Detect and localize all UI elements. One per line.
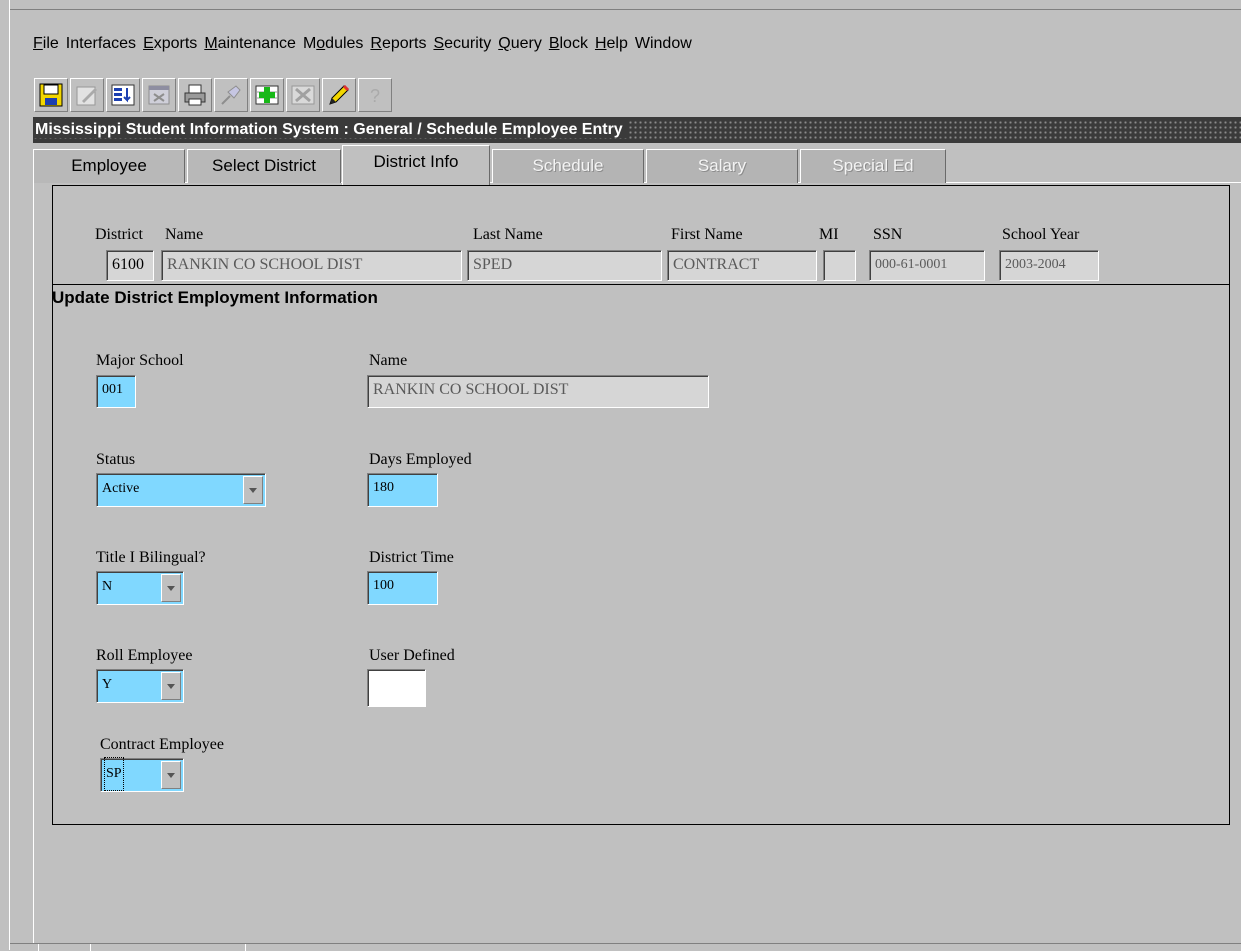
first-name-field[interactable]: CONTRACT [667,250,817,281]
chevron-down-icon[interactable] [161,672,181,700]
days-employed-field[interactable]: 180 [367,473,438,507]
menu-block-rest: lock [559,35,588,52]
district-label: District [95,226,143,243]
title1-bilingual-label: Title I Bilingual? [96,549,206,566]
list-icon[interactable] [106,78,140,112]
contract-employee-label: Contract Employee [100,736,224,753]
tab-salary[interactable]: Salary [646,149,798,183]
status-bar [10,943,1241,951]
school-name-field[interactable]: RANKIN CO SCHOOL DIST [367,375,709,408]
menu-reports-mnemonic: R [370,35,382,52]
ssn-label: SSN [873,226,903,243]
menu-bar: File Interfaces Exports Maintenance Modu… [33,32,699,56]
window-icon[interactable] [142,78,176,112]
mi-label: MI [819,226,839,243]
menu-file[interactable]: File [33,35,66,53]
menu-reports[interactable]: Reports [370,35,433,53]
menu-security[interactable]: Security [433,35,498,53]
status-value: Active [102,481,140,496]
menu-window[interactable]: Window [635,35,699,53]
delete-icon[interactable] [286,78,320,112]
chevron-down-icon[interactable] [243,476,263,504]
mi-field[interactable] [823,250,856,281]
window-title-bar: Mississippi Student Information System :… [33,117,1241,143]
user-defined-field[interactable] [367,669,426,707]
roll-employee-label: Roll Employee [96,647,193,664]
menu-security-rest: ecurity [444,35,492,52]
menu-modules[interactable]: Modules [303,35,370,53]
menu-query-rest: uery [510,35,542,52]
top-strip [0,0,1241,10]
name-field[interactable]: RANKIN CO SCHOOL DIST [161,250,462,281]
section-divider [52,284,1230,285]
status-select[interactable]: Active [96,473,266,507]
menu-interfaces[interactable]: Interfaces [66,35,143,53]
menu-file-rest: ile [42,35,59,52]
title1-bilingual-select[interactable]: N [96,571,184,605]
menu-help-rest: elp [606,35,628,52]
menu-block[interactable]: Block [549,35,595,53]
tab-district-info[interactable]: District Info [342,145,490,185]
menu-query-mnemonic: Q [498,35,511,52]
tab-employee[interactable]: Employee [33,149,185,183]
title1-bilingual-value: N [102,579,113,594]
last-name-label: Last Name [473,226,543,243]
print-icon[interactable] [178,78,212,112]
tab-schedule[interactable]: Schedule [492,149,644,183]
menu-exports-rest: xports [153,35,198,52]
menu-help-mnemonic: H [594,35,607,52]
edit-icon[interactable] [70,78,104,112]
menu-exports-mnemonic: E [143,35,154,52]
menu-reports-rest: eports [381,35,427,52]
menu-security-mnemonic: S [433,35,445,52]
menu-query[interactable]: Query [498,35,549,53]
district-time-field[interactable]: 100 [367,571,438,605]
left-edge [0,0,10,950]
school-year-label: School Year [1002,226,1080,243]
toolbar: ? [34,78,392,114]
first-name-label: First Name [671,226,743,243]
last-name-field[interactable]: SPED [467,250,662,281]
menu-help[interactable]: Help [595,35,635,53]
menu-exports[interactable]: Exports [143,35,204,53]
days-employed-label: Days Employed [369,451,472,468]
school-name-label: Name [369,352,408,369]
menu-modules-rest: dules [325,35,364,52]
school-year-field[interactable]: 2003-2004 [999,250,1099,281]
ssn-field[interactable]: 000-61-0001 [869,250,985,281]
chevron-down-icon[interactable] [161,574,181,602]
window-title: Mississippi Student Information System :… [33,121,629,138]
menu-block-mnemonic: B [548,35,560,52]
menu-file-mnemonic: F [33,35,43,52]
contract-employee-value: SP [104,757,124,791]
roll-employee-select[interactable]: Y [96,669,184,703]
menu-maintenance-mnemonic: M [204,35,218,52]
menu-maintenance[interactable]: Maintenance [204,35,303,53]
pin-icon[interactable] [214,78,248,112]
menu-modules-pre: M [302,35,317,52]
help-icon[interactable]: ? [358,78,392,112]
menu-modules-mnemonic: o [316,35,326,52]
menu-maintenance-rest: aintenance [217,35,296,52]
major-school-field[interactable]: 001 [96,375,136,408]
name-label: Name [165,226,204,243]
district-field[interactable]: 6100 [106,250,154,281]
section-title: Update District Employment Information [52,288,378,307]
user-defined-label: User Defined [369,647,455,664]
insert-icon[interactable] [250,78,284,112]
roll-employee-value: Y [102,677,113,692]
tab-special-ed[interactable]: Special Ed [800,149,946,183]
major-school-label: Major School [96,352,184,369]
contract-employee-select[interactable]: SP [100,757,184,792]
svg-text:?: ? [370,86,380,106]
chevron-down-icon[interactable] [161,761,181,789]
status-label: Status [96,451,136,468]
tab-select-district[interactable]: Select District [187,149,341,183]
district-time-label: District Time [369,549,454,566]
save-icon[interactable] [34,78,68,112]
pencil-icon[interactable] [322,78,356,112]
